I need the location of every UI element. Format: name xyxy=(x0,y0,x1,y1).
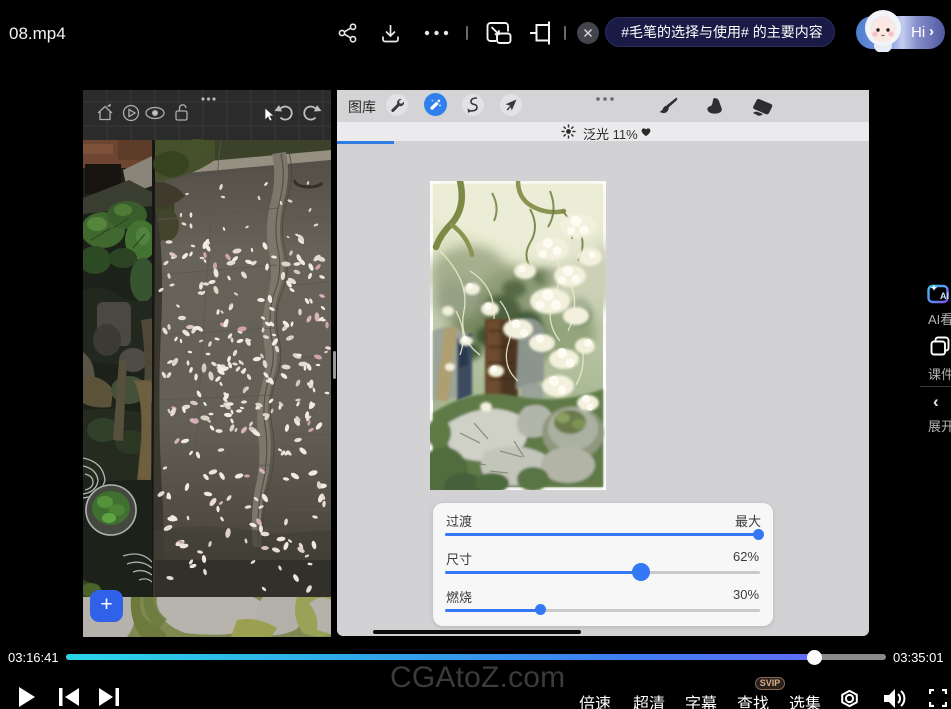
svg-text:AI: AI xyxy=(940,291,949,301)
